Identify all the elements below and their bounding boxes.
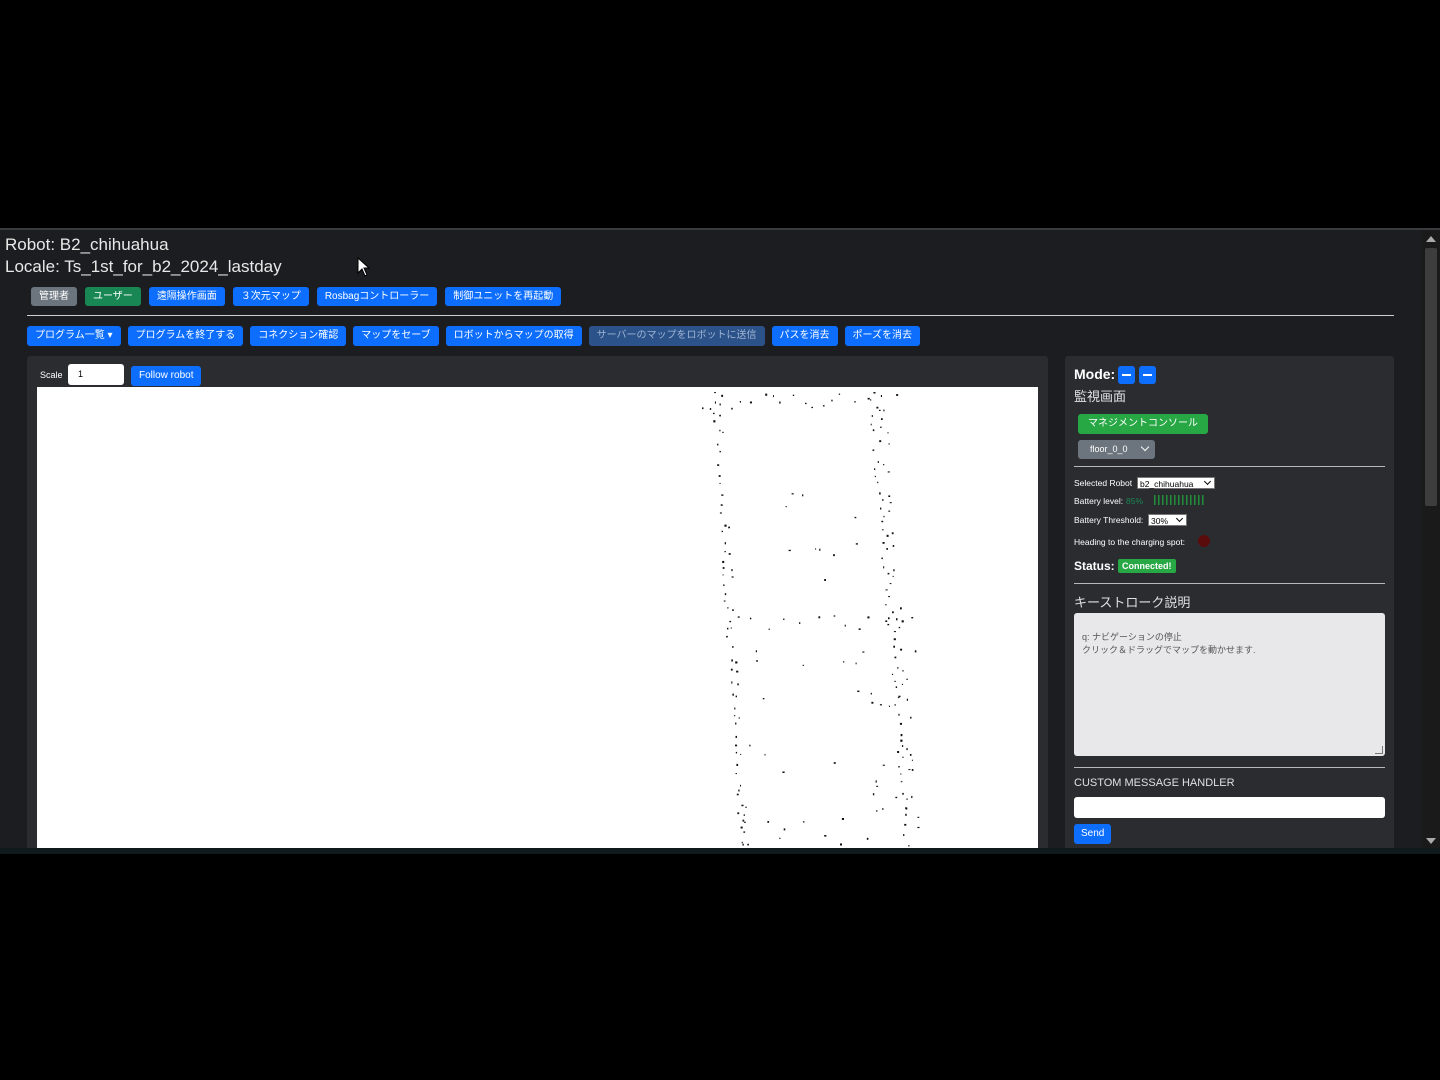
mouse-cursor-icon (357, 257, 371, 277)
remote-control-button[interactable]: 遠隔操作画面 (148, 287, 225, 306)
selected-robot-label: Selected Robot (1074, 478, 1133, 488)
selected-robot-select[interactable]: b2_chihuahua (1137, 477, 1215, 489)
floor-select[interactable]: floor_0_0 (1078, 440, 1155, 459)
selected-robot-value: b2_chihuahua (1140, 479, 1194, 489)
keystroke-title: キーストローク説明 (1074, 595, 1191, 610)
divider (1074, 466, 1385, 467)
map-panel: Scale 1 Follow robot (27, 356, 1048, 850)
clear-pose-button[interactable]: ポーズを消去 (844, 326, 921, 346)
get-map-from-robot-button[interactable]: ロボットからマップの取得 (445, 326, 582, 346)
battery-value: 85% (1126, 496, 1144, 506)
clear-path-button[interactable]: パスを消去 (771, 326, 838, 346)
side-panel: Mode: 監視画面 マネジメントコンソール floor_0_0 Selecte… (1065, 356, 1394, 850)
battery-label: Battery level: (1074, 496, 1124, 506)
nav-button-row: 管理者 ユーザー 遠隔操作画面 ３次元マップ Rosbagコントローラー 制御ユ… (31, 287, 562, 306)
status-label: Status: (1074, 559, 1115, 573)
admin-button[interactable]: 管理者 (31, 287, 77, 306)
divider (27, 315, 1394, 316)
chevron-down-icon (1175, 514, 1184, 523)
floor-select-value: floor_0_0 (1090, 444, 1128, 454)
check-connection-button[interactable]: コネクション確認 (250, 326, 347, 346)
scroll-up-icon[interactable] (1426, 236, 1436, 242)
follow-robot-button[interactable]: Follow robot (131, 366, 202, 386)
screen-title: 監視画面 (1074, 389, 1127, 404)
app-viewport: Robot: B2_chihuahua Locale: Ts_1st_for_b… (0, 228, 1440, 850)
scroll-down-icon[interactable] (1426, 838, 1436, 844)
end-program-button[interactable]: プログラムを終了する (127, 326, 244, 346)
3d-map-button[interactable]: ３次元マップ (232, 287, 309, 306)
mode-label: Mode: (1074, 366, 1116, 382)
occupancy-map (702, 392, 920, 850)
user-button[interactable]: ユーザー (85, 287, 141, 306)
scale-label: Scale (40, 370, 63, 380)
custom-message-handler-title: CUSTOM MESSAGE HANDLER (1074, 777, 1235, 789)
custom-message-input[interactable] (1074, 797, 1385, 818)
rosbag-controller-button[interactable]: Rosbagコントローラー (316, 287, 438, 306)
keystroke-text: q: ナビゲーションの停止 クリック＆ドラッグでマップを動かせます. (1082, 632, 1256, 655)
resize-handle-icon[interactable] (1375, 746, 1383, 754)
page-scrollbar[interactable] (1422, 230, 1440, 850)
send-map-to-robot-button[interactable]: サーバーのマップをロボットに送信 (588, 326, 765, 346)
action-button-row: プログラム一覧 ▾ プログラムを終了する コネクション確認 マップをセーブ ロボ… (27, 326, 921, 346)
divider (1074, 767, 1385, 768)
battery-threshold-value: 30% (1151, 516, 1169, 526)
divider (1074, 583, 1385, 584)
heading-charging-label: Heading to the charging spot: (1074, 537, 1186, 547)
robot-name: Robot: B2_chihuahua (5, 235, 169, 254)
save-map-button[interactable]: マップをセーブ (353, 326, 439, 346)
chevron-down-icon (1140, 442, 1150, 452)
keystroke-textarea[interactable]: q: ナビゲーションの停止 クリック＆ドラッグでマップを動かせます. (1074, 613, 1385, 756)
send-button[interactable]: Send (1074, 824, 1112, 844)
chevron-down-icon (1203, 477, 1212, 486)
status-badge: Connected! (1118, 559, 1176, 573)
restart-control-unit-button[interactable]: 制御ユニットを再起動 (445, 287, 562, 306)
charging-indicator-icon (1198, 535, 1210, 547)
mode-button-1[interactable] (1118, 366, 1135, 384)
mode-button-2[interactable] (1139, 366, 1156, 384)
locale-name: Locale: Ts_1st_for_b2_2024_lastday (5, 257, 282, 276)
scrollbar-thumb[interactable] (1425, 248, 1437, 506)
program-list-dropdown[interactable]: プログラム一覧 ▾ (27, 326, 121, 346)
window-bottom-edge (0, 848, 1440, 854)
management-console-button[interactable]: マネジメントコンソール (1078, 414, 1208, 434)
battery-bar-icon (1154, 495, 1204, 505)
battery-threshold-select[interactable]: 30% (1148, 514, 1187, 526)
scale-input[interactable]: 1 (68, 364, 124, 385)
map-canvas[interactable] (37, 387, 1038, 850)
battery-threshold-label: Battery Threshold: (1074, 515, 1144, 525)
